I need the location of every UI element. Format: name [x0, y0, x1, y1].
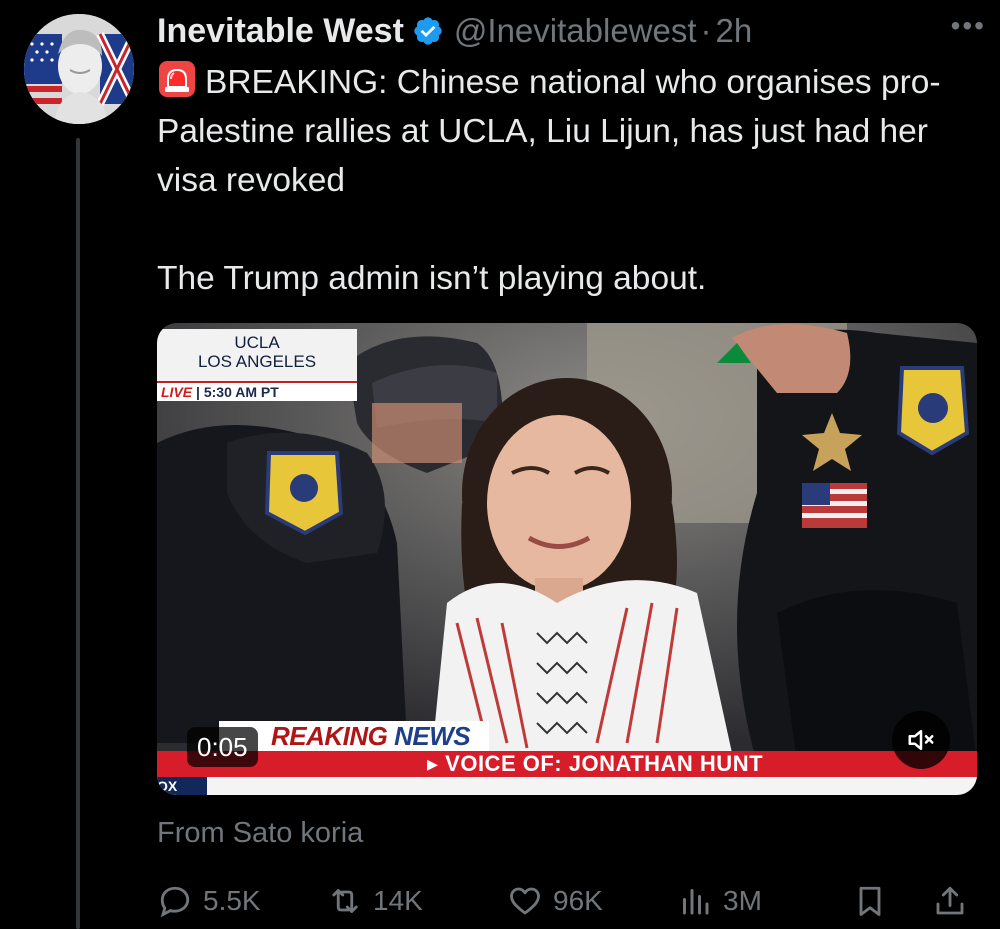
verified-badge-icon: [414, 17, 442, 45]
share-icon: [936, 886, 964, 915]
news-label: NEWS: [394, 721, 471, 751]
location-line-2: LOS ANGELES: [197, 352, 317, 371]
statue-flag-avatar-icon: [24, 14, 134, 124]
reply-button[interactable]: 5.5K: [157, 877, 261, 925]
bookmark-button[interactable]: [852, 877, 898, 925]
reply-count: 5.5K: [203, 885, 261, 916]
views-button[interactable]: 3M: [677, 877, 762, 925]
like-count: 96K: [553, 885, 603, 916]
like-button[interactable]: 96K: [507, 877, 603, 925]
post-time[interactable]: 2h: [716, 12, 753, 50]
views-count: 3M: [723, 885, 762, 916]
heart-icon: [510, 887, 540, 915]
tweet-line-2: The Trump admin isn’t playing about.: [157, 260, 707, 297]
author-avatar[interactable]: [24, 14, 134, 124]
views-chart-icon: [683, 889, 709, 915]
repost-icon: [332, 889, 358, 913]
ticker-base-strip: [157, 777, 977, 795]
voice-of-banner: ▸ VOICE OF: JONATHAN HUNT: [157, 751, 977, 777]
location-line-1: UCLA: [234, 333, 280, 352]
separator-dot: ·: [700, 12, 712, 49]
reply-icon: [160, 886, 190, 918]
breaking-news-banner: REAKING NEWS: [219, 721, 489, 751]
thread-line: [76, 138, 80, 929]
live-separator: |: [196, 384, 200, 400]
broadcast-location-box: UCLA LOS ANGELES LIVE | 5:30 AM PT: [157, 329, 357, 401]
bookmark-icon: [859, 886, 881, 916]
tweet-paragraph-1: BREAKING: Chinese national who organises…: [157, 58, 987, 205]
more-options-icon[interactable]: •••: [951, 10, 986, 42]
share-button[interactable]: [932, 877, 978, 925]
breaking-label: REAKING: [271, 721, 388, 751]
tweet-line-1: BREAKING: Chinese national who organises…: [157, 64, 941, 199]
mute-button[interactable]: [892, 711, 950, 769]
video-player[interactable]: UCLA LOS ANGELES LIVE | 5:30 AM PT REAKI…: [157, 323, 977, 795]
tweet-header: Inevitable West @Inevitablewest · 2h: [157, 8, 987, 54]
repost-count: 14K: [373, 885, 423, 916]
video-timer: 0:05: [187, 727, 258, 767]
channel-logo: OX: [157, 777, 207, 795]
live-label: LIVE: [161, 384, 193, 400]
police-siren-icon: [159, 61, 195, 97]
repost-button[interactable]: 14K: [327, 877, 423, 925]
live-time: 5:30 AM PT: [203, 384, 279, 400]
media-source-label[interactable]: From Sato koria: [157, 817, 363, 850]
speaker-muted-icon: [908, 730, 934, 750]
author-display-name[interactable]: Inevitable West: [157, 12, 404, 51]
author-handle[interactable]: @Inevitablewest: [454, 12, 697, 50]
live-time-row: LIVE | 5:30 AM PT: [157, 381, 357, 401]
tweet-action-bar: 5.5K 14K 96K 3M: [157, 877, 987, 925]
tweet-text: BREAKING: Chinese national who organises…: [157, 58, 987, 303]
